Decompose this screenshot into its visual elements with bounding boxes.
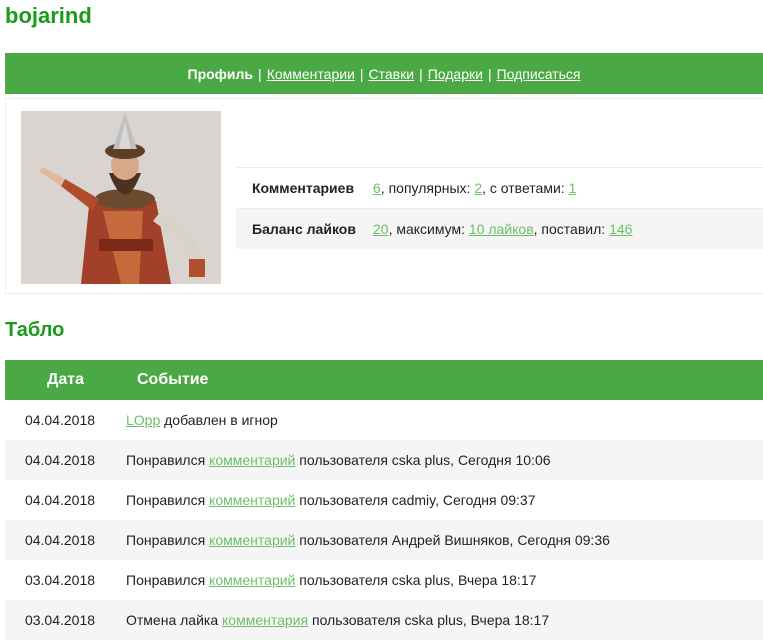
event-text: Понравился комментарий пользователя cska…	[115, 572, 536, 588]
profile-card: Комментариев 6, популярных: 2, с ответам…	[5, 98, 763, 294]
event-comment-link[interactable]: комментарий	[209, 572, 295, 588]
event-date: 04.04.2018	[24, 532, 96, 548]
board-table: Дата Событие 04.04.2018 LOpp добавлен в …	[5, 360, 763, 640]
column-header-event: Событие	[137, 371, 209, 388]
likes-balance-link[interactable]: 20	[373, 221, 389, 237]
avatar-boyar-illustration	[21, 111, 221, 284]
event-text: Понравился комментарий пользователя cska…	[115, 452, 551, 468]
event-text: LOpp добавлен в игнор	[115, 412, 278, 428]
event-date: 04.04.2018	[24, 412, 96, 428]
event-text: Понравился комментарий пользователя cadm…	[115, 492, 535, 508]
table-row: 04.04.2018 LOpp добавлен в игнор	[5, 400, 763, 440]
column-header-date: Дата	[46, 371, 85, 388]
event-text: Понравился комментарий пользователя Андр…	[115, 532, 610, 548]
max-prefix: , максимум:	[388, 221, 469, 237]
event-text-post: пользователя Андрей Вишняков, Сегодня 09…	[295, 532, 610, 548]
profile-nav-bar: Профиль | Комментарии | Ставки | Подарки…	[5, 53, 763, 94]
event-comment-link[interactable]: комментария	[222, 612, 308, 628]
nav-link-gifts[interactable]: Подарки	[428, 66, 483, 82]
stat-row-likes: Баланс лайков 20, максимум: 10 лайков, п…	[236, 208, 763, 249]
event-text-post: пользователя cska plus, Вчера 18:17	[295, 572, 537, 588]
stat-value-likes: 20, максимум: 10 лайков, поставил: 146	[373, 221, 632, 237]
nav-link-subscribe[interactable]: Подписаться	[497, 66, 581, 82]
username-heading: bojarind	[5, 3, 92, 28]
event-comment-link[interactable]: комментарий	[209, 532, 295, 548]
event-date: 03.04.2018	[24, 612, 96, 628]
event-date: 03.04.2018	[24, 572, 96, 588]
event-text-post: добавлен в игнор	[160, 412, 278, 428]
nav-separator: |	[419, 65, 423, 82]
event-text-post: пользователя cska plus, Сегодня 10:06	[295, 452, 551, 468]
event-user-link[interactable]: LOpp	[126, 412, 160, 428]
event-text-pre: Понравился	[126, 572, 210, 588]
stat-label-comments: Комментариев	[252, 180, 355, 196]
given-prefix: , поставил:	[533, 221, 610, 237]
board-title: Табло	[5, 319, 65, 341]
nav-separator: |	[359, 65, 364, 82]
event-text-pre: Понравился	[126, 532, 210, 548]
nav-link-bets[interactable]: Ставки	[369, 66, 415, 82]
event-comment-link[interactable]: комментарий	[209, 492, 295, 508]
nav-separator: |	[258, 65, 262, 82]
event-date: 04.04.2018	[24, 492, 96, 508]
stat-row-comments: Комментариев 6, популярных: 2, с ответам…	[236, 167, 763, 208]
event-text: Отмена лайка комментария пользователя cs…	[115, 612, 549, 628]
avatar	[21, 111, 221, 284]
event-comment-link[interactable]: комментарий	[209, 452, 295, 468]
board-table-header: Дата Событие	[5, 360, 763, 400]
event-text-pre: Понравился	[126, 452, 210, 468]
likes-max-link[interactable]: 10 лайков	[469, 221, 534, 237]
stat-value-comments: 6, популярных: 2, с ответами: 1	[373, 180, 576, 196]
table-row: 04.04.2018 Понравился комментарий пользо…	[5, 480, 763, 520]
table-row: 04.04.2018 Понравился комментарий пользо…	[5, 520, 763, 560]
nav-link-comments[interactable]: Комментарии	[267, 66, 355, 82]
event-text-post: пользователя cska plus, Вчера 18:17	[308, 612, 550, 628]
popular-count-link[interactable]: 2	[474, 180, 482, 196]
stats-table: Комментариев 6, популярных: 2, с ответам…	[236, 167, 763, 249]
stat-label-likes: Баланс лайков	[252, 221, 356, 237]
popular-prefix: , популярных:	[380, 180, 475, 196]
replies-prefix: , с ответами:	[482, 180, 569, 196]
event-text-pre: Понравился	[126, 492, 210, 508]
likes-given-link[interactable]: 146	[609, 221, 632, 237]
table-row: 03.04.2018 Отмена лайка комментария поль…	[5, 600, 763, 640]
replies-count-link[interactable]: 1	[569, 180, 577, 196]
comments-total-link[interactable]: 6	[373, 180, 381, 196]
event-text-post: пользователя cadmiy, Сегодня 09:37	[295, 492, 536, 508]
table-row: 04.04.2018 Понравился комментарий пользо…	[5, 440, 763, 480]
nav-separator: |	[487, 65, 492, 82]
nav-current-profile: Профиль	[187, 65, 254, 82]
event-text-pre: Отмена лайка	[126, 612, 223, 628]
board-table-body: 04.04.2018 LOpp добавлен в игнор 04.04.2…	[5, 400, 763, 640]
table-row: 03.04.2018 Понравился комментарий пользо…	[5, 560, 763, 600]
event-date: 04.04.2018	[24, 452, 96, 468]
